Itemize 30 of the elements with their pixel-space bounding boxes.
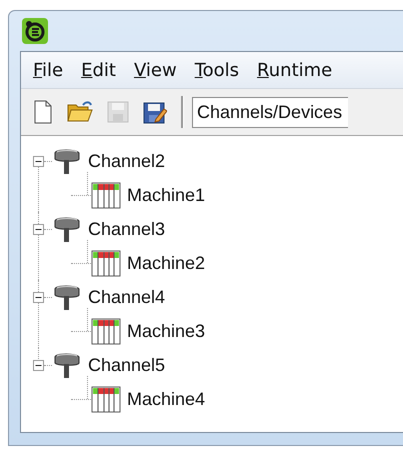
device-grid-icon [91, 385, 121, 413]
channel-connector-icon [52, 215, 82, 243]
menu-item[interactable]: File [33, 60, 64, 80]
channel-connector-icon [52, 283, 82, 311]
channel-label[interactable]: Channel4 [88, 286, 166, 308]
device-label[interactable]: Machine3 [127, 320, 206, 342]
app-logo-icon [21, 17, 49, 45]
channel-label[interactable]: Channel3 [88, 218, 166, 240]
device-label[interactable]: Machine2 [127, 252, 206, 274]
menu-item[interactable]: Edit [81, 60, 116, 80]
collapse-toggle[interactable] [33, 360, 44, 370]
channel-label[interactable]: Channel2 [88, 150, 166, 172]
open-folder-button[interactable] [67, 101, 93, 123]
device-grid-icon [91, 317, 121, 345]
device-grid-icon [91, 181, 121, 209]
menu-item[interactable]: Tools [194, 60, 240, 80]
collapse-toggle[interactable] [33, 224, 44, 234]
collapse-toggle[interactable] [33, 292, 44, 302]
device-label[interactable]: Machine4 [127, 388, 206, 410]
view-selector-field[interactable]: Channels/Devices [192, 96, 348, 128]
menu-item[interactable]: Runtime [257, 60, 332, 80]
save-as-button[interactable] [143, 100, 167, 124]
channel-connector-icon [52, 147, 82, 175]
menu-item[interactable]: View [134, 60, 177, 80]
channel-label[interactable]: Channel5 [88, 354, 166, 376]
device-grid-icon [91, 249, 121, 277]
device-label[interactable]: Machine1 [127, 184, 206, 206]
new-file-button[interactable] [33, 100, 53, 124]
collapse-toggle[interactable] [33, 156, 44, 166]
channel-connector-icon [52, 351, 82, 379]
